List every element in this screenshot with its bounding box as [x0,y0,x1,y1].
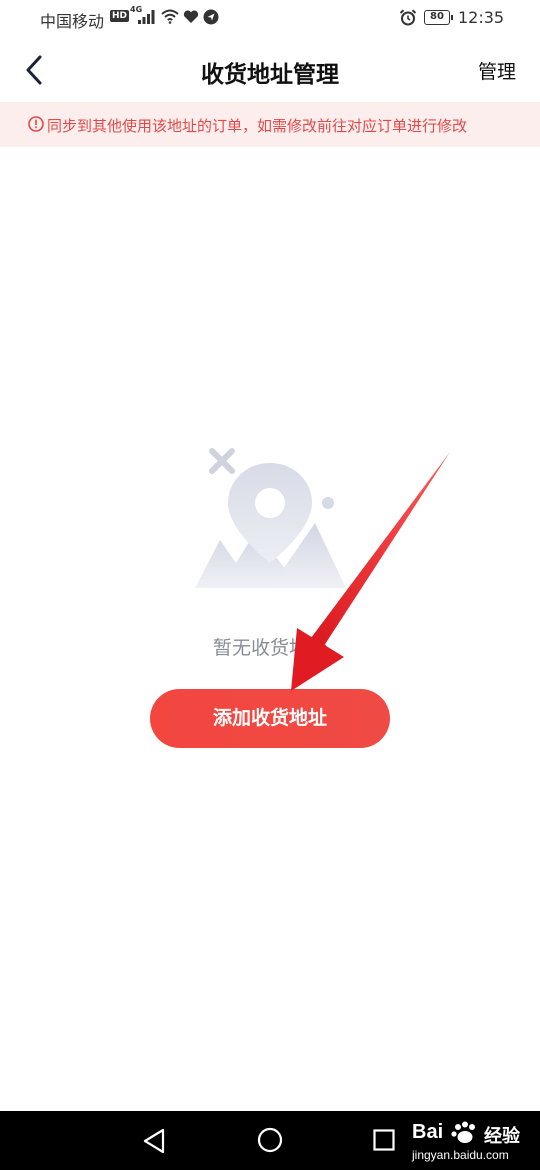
triangle-back-icon[interactable] [142,1128,166,1154]
carrier-name: 中国移动 [40,12,105,31]
nav-header: 收货地址管理 管理 [0,38,540,102]
app-status-icon [203,9,219,25]
watermark-url: jingyan.baidu.com [412,1148,509,1162]
watermark-brand: Bai [412,1121,444,1143]
status-bar: 中国移动 HD 4G 80 12:35 [0,0,540,38]
notice-banner: 同步到其他使用该地址的订单，如需修改前往对应订单进行修改 [0,102,540,147]
location-pin-mountain-icon [195,448,346,588]
wifi-icon [161,9,179,24]
watermark-jingyan: 经验 [484,1126,520,1147]
signal-icon [138,10,155,24]
alarm-icon [399,9,417,26]
baidu-jingyan-watermark: Bai 经验 jingyan.baidu.com [410,1119,535,1167]
battery-indicator: 80 [424,10,453,25]
notice-text: 同步到其他使用该地址的订单，如需修改前往对应订单进行修改 [47,117,468,135]
system-nav-bar: Bai 经验 jingyan.baidu.com [0,1111,540,1170]
info-circle-icon [28,116,44,132]
hd-badge: HD [110,10,130,22]
empty-state-message: 暂无收货地址 [212,637,327,659]
heart-icon [183,10,199,23]
page-title: 收货地址管理 [201,62,339,88]
manage-button[interactable]: 管理 [478,57,516,84]
status-clock: 12:35 [458,8,505,27]
square-recent-icon[interactable] [373,1129,395,1151]
add-address-button[interactable]: 添加收货地址 [150,689,390,748]
paw-logo-icon [451,1121,475,1143]
circle-home-icon[interactable] [257,1127,283,1153]
